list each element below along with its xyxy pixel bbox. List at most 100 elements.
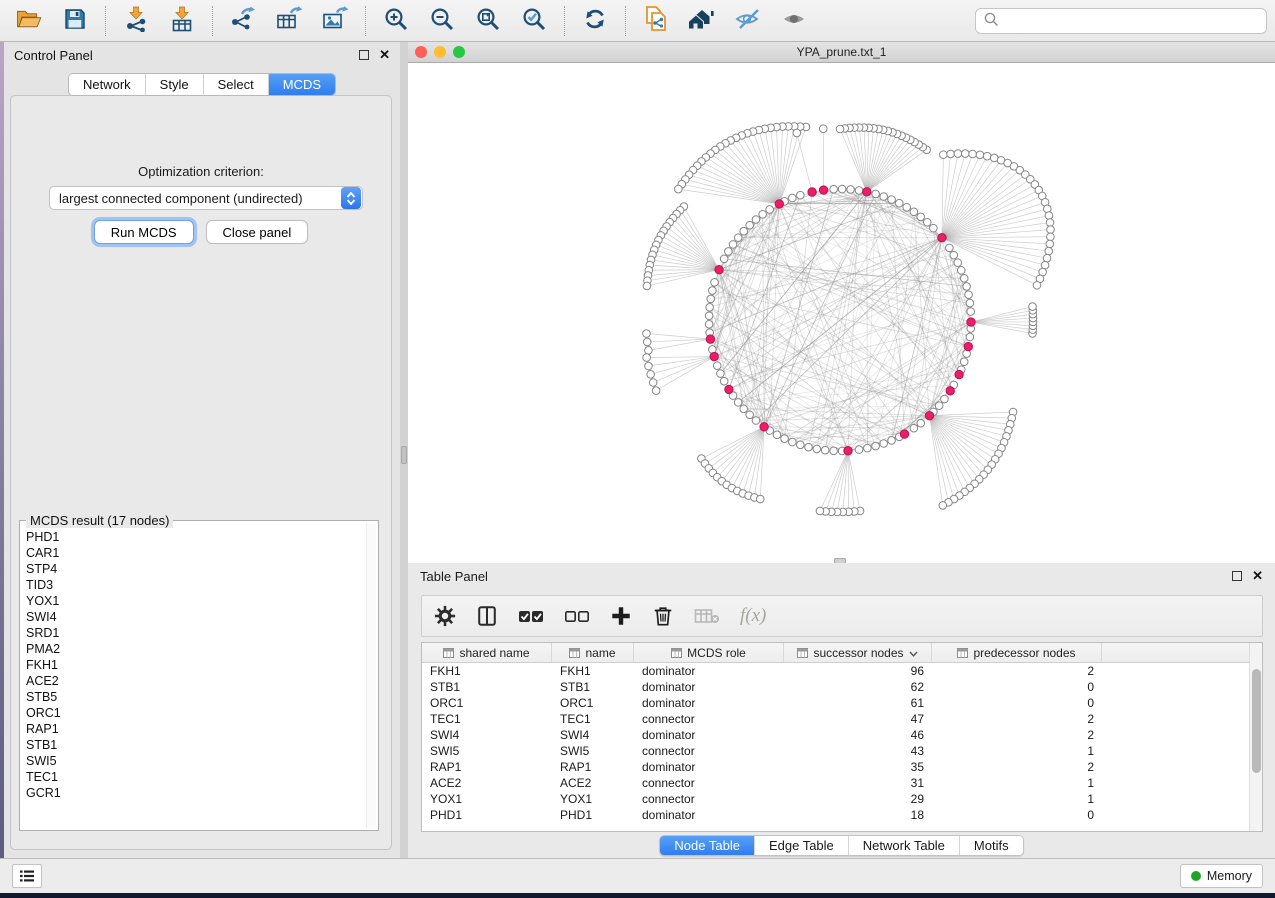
- cell-name[interactable]: SWI4: [552, 727, 634, 743]
- network-titlebar[interactable]: YPA_prune.txt_1: [408, 42, 1275, 63]
- cell-MCDS-role[interactable]: connector: [634, 775, 784, 791]
- list-item[interactable]: CAR1: [26, 545, 364, 561]
- tab-style[interactable]: Style: [145, 74, 203, 95]
- table-row[interactable]: ACE2ACE2connector311: [422, 775, 1249, 791]
- cell-predecessor-nodes[interactable]: 0: [932, 807, 1102, 823]
- list-item[interactable]: TID3: [26, 577, 364, 593]
- zoom-in-button[interactable]: [375, 4, 417, 38]
- column-header-MCDS-role[interactable]: MCDS role: [634, 643, 784, 662]
- column-header-shared-name[interactable]: shared name: [422, 643, 552, 662]
- cell-name[interactable]: PHD1: [552, 807, 634, 823]
- table-scrollbar[interactable]: [1249, 643, 1262, 831]
- show-all-button[interactable]: [773, 4, 815, 38]
- cell-name[interactable]: ACE2: [552, 775, 634, 791]
- list-item[interactable]: PHD1: [26, 529, 364, 545]
- list-item[interactable]: GCR1: [26, 785, 364, 801]
- cell-predecessor-nodes[interactable]: 2: [932, 759, 1102, 775]
- close-window-icon[interactable]: [415, 46, 427, 58]
- splitter-handle[interactable]: [401, 446, 407, 464]
- cell-shared-name[interactable]: RAP1: [422, 759, 552, 775]
- cell-name[interactable]: TEC1: [552, 711, 634, 727]
- memory-button[interactable]: Memory: [1180, 864, 1263, 888]
- cell-predecessor-nodes[interactable]: 1: [932, 775, 1102, 791]
- mcds-result-list[interactable]: PHD1CAR1STP4TID3YOX1SWI4SRD1PMA2FKH1ACE2…: [26, 529, 364, 828]
- mcds-list-scrollbar[interactable]: [366, 523, 376, 828]
- table-options-gear-button[interactable]: [434, 605, 456, 627]
- cell-MCDS-role[interactable]: dominator: [634, 695, 784, 711]
- cell-successor-nodes[interactable]: 47: [784, 711, 932, 727]
- cell-predecessor-nodes[interactable]: 0: [932, 679, 1102, 695]
- cell-shared-name[interactable]: FKH1: [422, 663, 552, 679]
- table-row[interactable]: PHD1PHD1dominator180: [422, 807, 1249, 823]
- export-network-button[interactable]: [222, 4, 264, 38]
- cell-predecessor-nodes[interactable]: 1: [932, 743, 1102, 759]
- table-row[interactable]: FKH1FKH1dominator962: [422, 663, 1249, 679]
- cell-predecessor-nodes[interactable]: 0: [932, 695, 1102, 711]
- table-row[interactable]: STB1STB1dominator620: [422, 679, 1249, 695]
- tab-motifs[interactable]: Motifs: [959, 836, 1023, 855]
- column-header-name[interactable]: name: [552, 643, 634, 662]
- network-canvas[interactable]: [408, 63, 1275, 563]
- clone-network-button[interactable]: [635, 4, 677, 38]
- first-neighbors-button[interactable]: [681, 4, 723, 38]
- vertical-splitter[interactable]: [400, 42, 408, 858]
- list-item[interactable]: ACE2: [26, 673, 364, 689]
- show-panels-list-button[interactable]: [12, 864, 42, 888]
- tab-edge-table[interactable]: Edge Table: [754, 836, 848, 855]
- cell-successor-nodes[interactable]: 96: [784, 663, 932, 679]
- table-row[interactable]: SWI5SWI5connector431: [422, 743, 1249, 759]
- zoom-fit-button[interactable]: [467, 4, 509, 38]
- show-column-button[interactable]: [476, 605, 498, 627]
- cell-MCDS-role[interactable]: dominator: [634, 663, 784, 679]
- table-row[interactable]: TEC1TEC1connector472: [422, 711, 1249, 727]
- cell-successor-nodes[interactable]: 29: [784, 791, 932, 807]
- table-row[interactable]: YOX1YOX1connector291: [422, 791, 1249, 807]
- list-item[interactable]: ORC1: [26, 705, 364, 721]
- hide-selected-button[interactable]: [727, 4, 769, 38]
- cell-predecessor-nodes[interactable]: 2: [932, 663, 1102, 679]
- cell-MCDS-role[interactable]: connector: [634, 743, 784, 759]
- cell-name[interactable]: ORC1: [552, 695, 634, 711]
- cell-shared-name[interactable]: SWI5: [422, 743, 552, 759]
- search-input[interactable]: [1005, 14, 1258, 28]
- cell-shared-name[interactable]: PHD1: [422, 807, 552, 823]
- table-row[interactable]: RAP1RAP1dominator352: [422, 759, 1249, 775]
- import-network-button[interactable]: [115, 4, 157, 38]
- cell-shared-name[interactable]: SWI4: [422, 727, 552, 743]
- table-row[interactable]: ORC1ORC1dominator610: [422, 695, 1249, 711]
- delete-rows-button[interactable]: [652, 605, 674, 627]
- float-panel-icon[interactable]: [359, 50, 369, 60]
- column-header-successor-nodes[interactable]: successor nodes: [784, 643, 932, 662]
- cell-MCDS-role[interactable]: connector: [634, 711, 784, 727]
- import-table-button[interactable]: [161, 4, 203, 38]
- cell-name[interactable]: SWI5: [552, 743, 634, 759]
- cell-successor-nodes[interactable]: 31: [784, 775, 932, 791]
- list-item[interactable]: SWI4: [26, 609, 364, 625]
- list-item[interactable]: SRD1: [26, 625, 364, 641]
- cell-MCDS-role[interactable]: dominator: [634, 759, 784, 775]
- list-item[interactable]: TEC1: [26, 769, 364, 785]
- cell-shared-name[interactable]: ORC1: [422, 695, 552, 711]
- search-box[interactable]: [975, 8, 1267, 34]
- list-item[interactable]: STP4: [26, 561, 364, 577]
- scrollbar-thumb[interactable]: [1252, 669, 1261, 773]
- cell-shared-name[interactable]: YOX1: [422, 791, 552, 807]
- cell-shared-name[interactable]: TEC1: [422, 711, 552, 727]
- cell-name[interactable]: RAP1: [552, 759, 634, 775]
- list-item[interactable]: STB1: [26, 737, 364, 753]
- cell-name[interactable]: FKH1: [552, 663, 634, 679]
- zoom-selected-button[interactable]: [513, 4, 555, 38]
- cell-successor-nodes[interactable]: 61: [784, 695, 932, 711]
- float-panel-icon[interactable]: [1232, 571, 1242, 581]
- list-item[interactable]: PMA2: [26, 641, 364, 657]
- list-item[interactable]: SWI5: [26, 753, 364, 769]
- open-file-button[interactable]: [8, 4, 50, 38]
- cell-successor-nodes[interactable]: 62: [784, 679, 932, 695]
- run-mcds-button[interactable]: Run MCDS: [94, 220, 194, 244]
- add-row-button[interactable]: [610, 605, 632, 627]
- export-image-button[interactable]: [314, 4, 356, 38]
- list-item[interactable]: STB5: [26, 689, 364, 705]
- cell-predecessor-nodes[interactable]: 2: [932, 711, 1102, 727]
- cell-MCDS-role[interactable]: connector: [634, 791, 784, 807]
- list-item[interactable]: YOX1: [26, 593, 364, 609]
